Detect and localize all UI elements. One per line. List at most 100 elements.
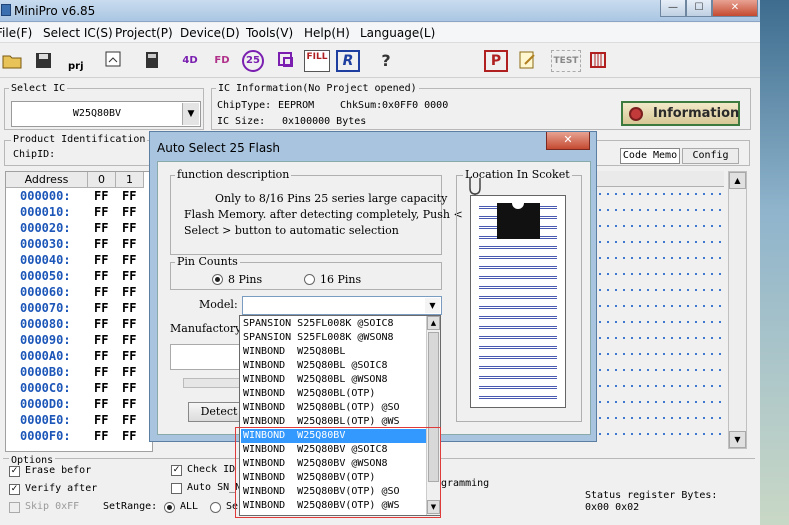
hex-byte[interactable]: FF (94, 429, 108, 443)
hex-byte[interactable]: FF (94, 381, 108, 395)
chevron-down-icon[interactable]: ▼ (182, 103, 199, 125)
menu-tools[interactable]: Tools(V) (246, 26, 293, 40)
hex-byte[interactable]: FF (94, 189, 108, 203)
vertical-scrollbar[interactable]: ▲ ▼ (728, 171, 747, 449)
menu-language[interactable]: Language(L) (360, 26, 435, 40)
auto-select-25-icon[interactable]: 25 (242, 50, 264, 72)
hex-byte[interactable]: FF (122, 381, 136, 395)
hex-table[interactable]: Address 0 1 000000: FF FF 000010: FF FF 000020… (5, 171, 153, 452)
hex-byte[interactable]: FF (94, 365, 108, 379)
open-project-button[interactable]: prj (66, 50, 90, 72)
hex-byte[interactable]: FF (94, 221, 108, 235)
window-title: MiniPro v6.85 (14, 4, 96, 18)
hex-byte[interactable]: FF (122, 189, 136, 203)
ic-test-icon[interactable] (586, 50, 610, 72)
close-button[interactable]: ✕ (712, 0, 758, 17)
ic-select-combo[interactable]: W25Q80BV ▼ (11, 101, 201, 127)
program-button[interactable]: P (484, 50, 508, 72)
hex-byte[interactable]: FF (122, 413, 136, 427)
model-combo[interactable]: ▼ (242, 296, 442, 315)
hex-byte[interactable]: FF (122, 237, 136, 251)
hex-byte[interactable]: FF (122, 333, 136, 347)
hex-byte[interactable]: FF (122, 365, 136, 379)
ic-info-title: IC Information(No Project opened) (216, 83, 419, 94)
range-all-radio[interactable] (164, 502, 175, 513)
fill-button[interactable]: FILL (304, 50, 330, 72)
socket-pin-row (479, 356, 557, 359)
help-icon[interactable]: ? (374, 50, 398, 72)
hex-byte[interactable]: FF (122, 269, 136, 283)
menu-select-ic[interactable]: Select IC(S) (43, 26, 113, 40)
socket-pin-row (479, 256, 557, 259)
scroll-up-icon[interactable]: ▲ (729, 172, 746, 189)
save-icon[interactable] (32, 50, 56, 72)
pins-16-radio[interactable] (304, 274, 315, 285)
hex-byte[interactable]: FF (94, 205, 108, 219)
dropdown-item[interactable]: WINBOND W25Q80BL @SOIC8 (241, 359, 427, 373)
hex-byte[interactable]: FF (122, 429, 136, 443)
test-button[interactable]: TEST (551, 50, 581, 72)
hex-row-dots (596, 417, 724, 419)
product-id-title: Product Identification (11, 134, 148, 145)
information-button[interactable]: Information (621, 101, 740, 126)
save-project-icon[interactable] (102, 50, 126, 72)
edit-note-icon[interactable] (516, 50, 540, 72)
zif-socket (470, 195, 566, 408)
dropdown-item[interactable]: WINBOND W25Q80BL (241, 345, 427, 359)
menu-file[interactable]: File(F) (0, 26, 32, 40)
check-id-checkbox[interactable]: ✓ (171, 465, 182, 476)
hex-address: 000000: (20, 189, 71, 203)
erase-before-checkbox[interactable]: ✓ (9, 466, 20, 477)
hex-byte[interactable]: FF (94, 285, 108, 299)
dropdown-item[interactable]: SPANSION S25FL008K @SOIC8 (241, 317, 427, 331)
maximize-button[interactable]: ☐ (686, 0, 712, 17)
hex-byte[interactable]: FF (94, 253, 108, 267)
hex-byte[interactable]: FF (122, 205, 136, 219)
hex-byte[interactable]: FF (94, 237, 108, 251)
hex-byte[interactable]: FF (122, 349, 136, 363)
socket-pin-row (479, 366, 557, 369)
menu-project[interactable]: Project(P) (115, 26, 173, 40)
scroll-down-icon[interactable]: ▼ (729, 431, 746, 448)
skip-0xff-checkbox[interactable] (9, 502, 20, 513)
device-4d-icon[interactable]: 4D (178, 50, 202, 72)
minimize-button[interactable]: — (660, 0, 686, 17)
dropdown-item[interactable]: WINBOND W25Q80BL(OTP) (241, 387, 427, 401)
chip-info-icon[interactable] (140, 50, 164, 72)
menu-help[interactable]: Help(H) (304, 26, 350, 40)
hex-byte[interactable]: FF (122, 285, 136, 299)
dropdown-item[interactable]: WINBOND W25Q80BL @WSON8 (241, 373, 427, 387)
read-button[interactable]: R (336, 50, 360, 72)
code-memo-tab[interactable]: Code Memo (620, 148, 680, 164)
menu-device[interactable]: Device(D) (180, 26, 240, 40)
hex-address: 0000D0: (20, 397, 71, 411)
range-se-radio[interactable] (210, 502, 221, 513)
auto-sn-checkbox[interactable] (171, 483, 182, 494)
hex-byte[interactable]: FF (122, 221, 136, 235)
hex-byte[interactable]: FF (94, 317, 108, 331)
hex-byte[interactable]: FF (122, 397, 136, 411)
dropdown-item[interactable]: SPANSION S25FL008K @WSON8 (241, 331, 427, 345)
hex-byte[interactable]: FF (94, 349, 108, 363)
manufactory-field[interactable] (170, 344, 250, 370)
open-folder-icon[interactable] (0, 50, 24, 72)
hex-byte[interactable]: FF (122, 317, 136, 331)
fd-icon[interactable]: FD (210, 50, 234, 72)
scroll-up-icon[interactable]: ▲ (427, 316, 440, 330)
hex-byte[interactable]: FF (94, 269, 108, 283)
hex-byte[interactable]: FF (122, 253, 136, 267)
chevron-down-icon[interactable]: ▼ (425, 298, 440, 313)
dialog-close-button[interactable]: ✕ (546, 132, 590, 150)
blank-check-icon[interactable] (274, 50, 298, 72)
socket-pin-row (479, 376, 557, 379)
hex-byte[interactable]: FF (94, 333, 108, 347)
verify-after-checkbox[interactable]: ✓ (9, 484, 20, 495)
dropdown-item[interactable]: WINBOND W25Q80BL(OTP) @SO (241, 401, 427, 415)
hex-byte[interactable]: FF (94, 301, 108, 315)
hex-byte[interactable]: FF (122, 301, 136, 315)
pins-8-radio[interactable] (212, 274, 223, 285)
hex-byte[interactable]: FF (94, 413, 108, 427)
config-tab[interactable]: Config (682, 148, 739, 164)
socket-pin-row (479, 306, 557, 309)
hex-byte[interactable]: FF (94, 397, 108, 411)
